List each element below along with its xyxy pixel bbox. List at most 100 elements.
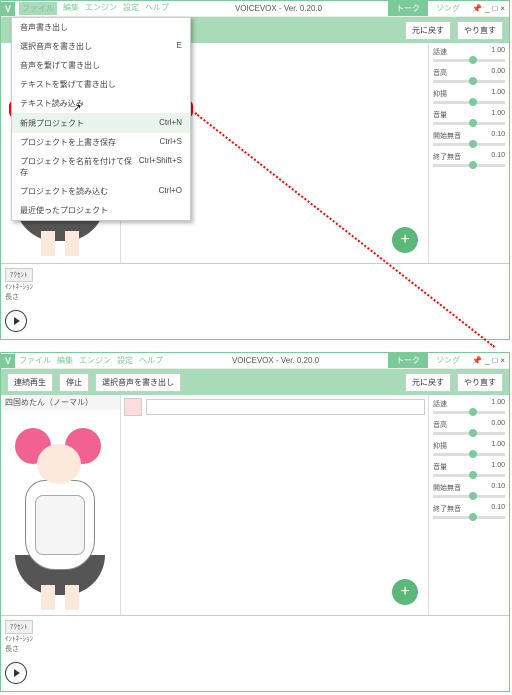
slider-thumb[interactable] [469, 450, 477, 458]
slider-value: 0.00 [491, 68, 505, 78]
slider-label: 開始無音 [433, 131, 461, 141]
length-label: 長さ [5, 294, 19, 301]
menu-item-6[interactable]: プロジェクトを上書き保存Ctrl+S [12, 133, 190, 152]
slider-thumb[interactable] [469, 98, 477, 106]
accent-tab[interactable]: ｱｸｾﾝﾄ [5, 268, 33, 282]
slider-track[interactable] [433, 143, 505, 146]
tab-talk[interactable]: トーク [388, 353, 428, 368]
center-panel: + [121, 395, 429, 615]
slider-thumb[interactable] [469, 119, 477, 127]
text-input[interactable] [146, 399, 425, 415]
menu-item-9[interactable]: 最近使ったプロジェクト [12, 201, 190, 220]
menu-item-accel: E [177, 41, 182, 52]
export-selected-button[interactable]: 選択音声を書き出し [95, 373, 181, 392]
slider-thumb[interactable] [469, 429, 477, 437]
text-line-row [121, 395, 428, 419]
titlebar: V ファイル 編集 エンジン 設定 ヘルプ VOICEVOX - Ver. 0.… [1, 1, 509, 17]
slider-track[interactable] [433, 80, 505, 83]
pin-icon[interactable]: 📌 [472, 356, 482, 365]
minimize-icon[interactable]: _ [485, 356, 489, 365]
line-avatar[interactable] [124, 398, 142, 416]
slider-value: 1.00 [491, 47, 505, 57]
slider-thumb[interactable] [469, 492, 477, 500]
slider-thumb[interactable] [469, 513, 477, 521]
slider-thumb[interactable] [469, 56, 477, 64]
menubar: ファイル 編集 エンジン 設定 ヘルプ [19, 2, 169, 15]
menu-help[interactable]: ヘルプ [139, 355, 163, 366]
slider-thumb[interactable] [469, 161, 477, 169]
slider-track[interactable] [433, 516, 505, 519]
slider-thumb[interactable] [469, 408, 477, 416]
undo-button[interactable]: 元に戻す [405, 21, 451, 40]
minimize-icon[interactable]: _ [485, 4, 489, 13]
app-window-before: V ファイル 編集 エンジン 設定 ヘルプ VOICEVOX - Ver. 0.… [0, 0, 510, 340]
menu-item-4[interactable]: テキスト読み込み [12, 94, 190, 113]
main-area: 四国めたん（ノーマル） + 話速1.00音高0.00抑揚1.00音量1.00開始… [1, 395, 509, 615]
slider-track[interactable] [433, 411, 505, 414]
slider-track[interactable] [433, 59, 505, 62]
slider-track[interactable] [433, 495, 505, 498]
slider-音量: 音量1.00 [433, 462, 505, 477]
menu-item-8[interactable]: プロジェクトを読み込むCtrl+O [12, 182, 190, 201]
slider-value: 0.10 [491, 152, 505, 162]
stop-button[interactable]: 停止 [59, 373, 89, 392]
accent-tab[interactable]: ｱｸｾﾝﾄ [5, 620, 33, 634]
slider-thumb[interactable] [469, 471, 477, 479]
menu-engine[interactable]: エンジン [85, 2, 117, 15]
menu-edit[interactable]: 編集 [63, 2, 79, 15]
pin-icon[interactable]: 📌 [472, 4, 482, 13]
slider-track[interactable] [433, 122, 505, 125]
length-label: 長さ [5, 646, 19, 653]
slider-track[interactable] [433, 432, 505, 435]
slider-label: 音高 [433, 68, 447, 78]
add-line-button[interactable]: + [392, 227, 418, 253]
menu-item-accel: Ctrl+O [159, 186, 182, 197]
slider-thumb[interactable] [469, 77, 477, 85]
intonation-label: ｲﾝﾄﾈｰｼｮﾝ [5, 284, 33, 291]
file-menu-dropdown: 音声書き出し選択音声を書き出しE音声を繋げて書き出しテキストを繋げて書き出しテキ… [11, 17, 191, 221]
slider-track[interactable] [433, 474, 505, 477]
menu-item-accel: Ctrl+N [159, 118, 182, 129]
menu-edit[interactable]: 編集 [57, 355, 73, 366]
tab-song[interactable]: ソング [428, 353, 468, 368]
maximize-icon[interactable]: □ [492, 4, 497, 13]
app-window-after: V ファイル 編集 エンジン 設定 ヘルプ VOICEVOX - Ver. 0.… [0, 352, 510, 692]
menu-item-5[interactable]: 新規プロジェクト Ctrl+N [12, 114, 190, 133]
close-icon[interactable]: × [500, 356, 505, 365]
continuous-play-button[interactable]: 連続再生 [7, 373, 53, 392]
close-icon[interactable]: × [500, 4, 505, 13]
play-button[interactable] [5, 310, 27, 332]
redo-button[interactable]: やり直す [457, 373, 503, 392]
menu-settings[interactable]: 設定 [123, 2, 139, 15]
slider-track[interactable] [433, 453, 505, 456]
maximize-icon[interactable]: □ [492, 356, 497, 365]
slider-panel: 話速1.00音高0.00抑揚1.00音量1.00開始無音0.10終了無音0.10 [429, 395, 509, 615]
menu-item-2[interactable]: 音声を繋げて書き出し [12, 56, 190, 75]
menu-item-label: プロジェクトを名前を付けて保存 [20, 156, 139, 178]
menu-engine[interactable]: エンジン [79, 355, 111, 366]
tab-talk[interactable]: トーク [388, 1, 428, 16]
play-button[interactable] [5, 662, 27, 684]
add-line-button[interactable]: + [392, 579, 418, 605]
slider-track[interactable] [433, 101, 505, 104]
menu-settings[interactable]: 設定 [117, 355, 133, 366]
menu-item-1[interactable]: 選択音声を書き出しE [12, 37, 190, 56]
tab-song[interactable]: ソング [428, 1, 468, 16]
window-controls: 📌 _ □ × [468, 356, 509, 365]
slider-label: 音量 [433, 110, 447, 120]
slider-track[interactable] [433, 164, 505, 167]
menu-item-label: 新規プロジェクト [20, 118, 84, 129]
menu-file[interactable]: ファイル [19, 355, 51, 366]
menu-item-label: 最近使ったプロジェクト [20, 205, 108, 216]
menu-item-3[interactable]: テキストを繋げて書き出し [12, 75, 190, 94]
slider-開始無音: 開始無音0.10 [433, 483, 505, 498]
menu-item-7[interactable]: プロジェクトを名前を付けて保存Ctrl+Shift+S [12, 152, 190, 182]
character-name: 四国めたん（ノーマル） [1, 395, 120, 410]
menu-help[interactable]: ヘルプ [145, 2, 169, 15]
slider-終了無音: 終了無音0.10 [433, 152, 505, 167]
redo-button[interactable]: やり直す [457, 21, 503, 40]
menu-file[interactable]: ファイル [19, 2, 57, 15]
slider-thumb[interactable] [469, 140, 477, 148]
menu-item-0[interactable]: 音声書き出し [12, 18, 190, 37]
undo-button[interactable]: 元に戻す [405, 373, 451, 392]
